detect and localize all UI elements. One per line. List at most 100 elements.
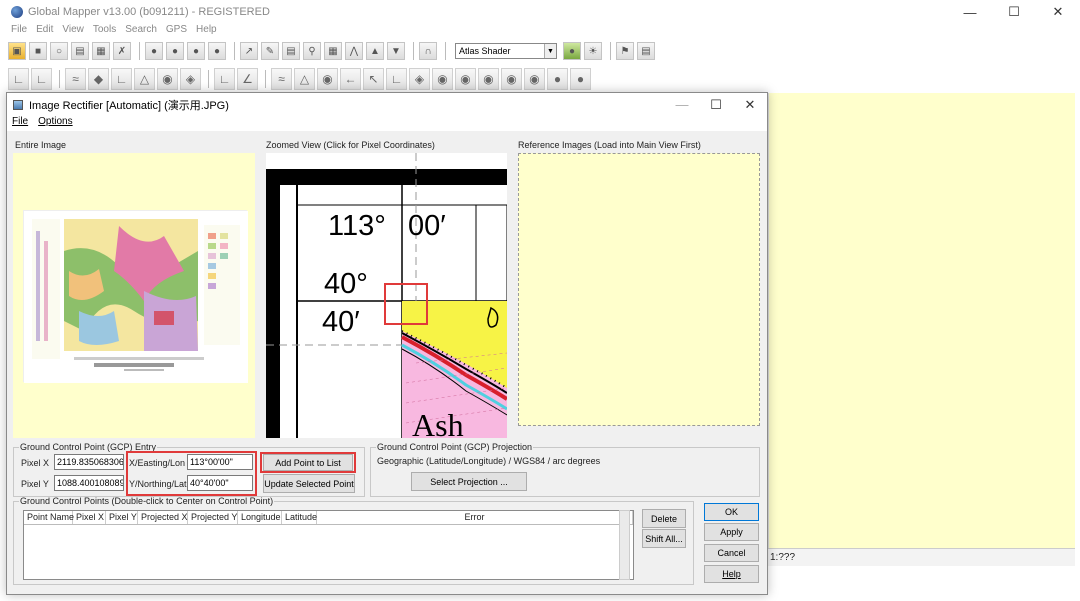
gcp-list-table[interactable]: Point Name Pixel X Pixel Y Projected X P…	[23, 510, 634, 580]
update-selected-point-button[interactable]: Update Selected Point	[263, 474, 355, 493]
shader-options-icon[interactable]: ●	[563, 42, 581, 60]
gcp-projection-legend: Ground Control Point (GCP) Projection	[377, 442, 533, 452]
digitize-tool-icon-14[interactable]: ←	[340, 68, 361, 90]
dialog-menu-file[interactable]: File	[12, 116, 28, 131]
help-button[interactable]: Help	[704, 565, 759, 583]
digitize-tool-icon-11[interactable]: ≈	[271, 68, 292, 90]
x-easting-lon-label: X/Easting/Lon	[129, 458, 186, 468]
close-icon[interactable]: ✕	[1036, 0, 1080, 24]
pixel-y-input[interactable]: 1088.400108089	[54, 475, 124, 491]
minimize-icon[interactable]: —	[948, 0, 992, 24]
gcp-list-scrollbar[interactable]	[619, 510, 630, 580]
digitize-tool-icon-3[interactable]: ≈	[65, 68, 86, 90]
main-toolbar: ▣ ■ ○ ▤ ▦ ✗ ● ● ● ● ↗ ✎ ▤ ⚲ ▦ ⋀ ▲ ▼ ∩ At…	[8, 40, 658, 62]
shift-all-button[interactable]: Shift All...	[642, 529, 686, 548]
col-latitude[interactable]: Latitude	[282, 511, 317, 524]
digitize-tool-icon-4[interactable]: ◆	[88, 68, 109, 90]
layers-icon[interactable]: ▤	[71, 42, 89, 60]
map-thumbnail[interactable]	[23, 210, 248, 383]
col-error[interactable]: Error	[317, 511, 633, 524]
menu-edit[interactable]: Edit	[36, 24, 53, 38]
digitize-tool-icon-2[interactable]: ∟	[31, 68, 52, 90]
digitize-tool-icon-8[interactable]: ◈	[180, 68, 201, 90]
add-point-to-list-button[interactable]: Add Point to List	[263, 454, 353, 471]
x-easting-lon-input[interactable]: 113°00'00"	[187, 454, 253, 470]
pixel-x-label: Pixel X	[21, 458, 50, 468]
dialog-menu-options[interactable]: Options	[38, 116, 72, 131]
full-view-icon[interactable]: ●	[208, 42, 226, 60]
feature-info-icon[interactable]: ▤	[282, 42, 300, 60]
digitize-tool-icon-23[interactable]: ●	[547, 68, 568, 90]
delete-button[interactable]: Delete	[642, 509, 686, 528]
maximize-icon[interactable]: ☐	[992, 0, 1036, 24]
lighting-icon[interactable]: ☀	[584, 42, 602, 60]
zoom-in-icon[interactable]: ●	[145, 42, 163, 60]
pixel-x-input[interactable]: 2119.835068306	[54, 454, 124, 470]
col-projected-y[interactable]: Projected Y	[188, 511, 238, 524]
menu-tools[interactable]: Tools	[93, 24, 116, 38]
col-projected-x[interactable]: Projected X	[138, 511, 188, 524]
ok-button[interactable]: OK	[704, 503, 759, 521]
digitize-tool-icon-19[interactable]: ◉	[455, 68, 476, 90]
view-shed-icon[interactable]: ▲	[366, 42, 384, 60]
path-profile-icon[interactable]: ⋀	[345, 42, 363, 60]
col-pixel-y[interactable]: Pixel Y	[106, 511, 138, 524]
digitize-tool-icon-1[interactable]: ∟	[8, 68, 29, 90]
pan-icon[interactable]: ●	[187, 42, 205, 60]
digitize-tool-icon-24[interactable]: ●	[570, 68, 591, 90]
image-swap-icon[interactable]: ▦	[324, 42, 342, 60]
col-longitude[interactable]: Longitude	[238, 511, 282, 524]
digitize-tool-icon-10[interactable]: ∠	[237, 68, 258, 90]
catalog-icon[interactable]: ▦	[92, 42, 110, 60]
apply-button[interactable]: Apply	[704, 523, 759, 541]
measure-icon[interactable]: ✎	[261, 42, 279, 60]
reference-images-view[interactable]	[518, 153, 760, 426]
digitize-tool-icon-20[interactable]: ◉	[478, 68, 499, 90]
menu-search[interactable]: Search	[125, 24, 157, 38]
y-northing-lat-label: Y/Northing/Lat	[129, 479, 187, 489]
menu-gps[interactable]: GPS	[166, 24, 187, 38]
digitize-tool-icon-5[interactable]: ∟	[111, 68, 132, 90]
digitize-tool-icon-12[interactable]: △	[294, 68, 315, 90]
digitize-tool-icon-18[interactable]: ◉	[432, 68, 453, 90]
shader-select[interactable]: Atlas Shader ▼	[455, 43, 557, 59]
digitize-tool-icon-7[interactable]: ◉	[157, 68, 178, 90]
minimize-icon[interactable]: —	[665, 93, 699, 116]
digitize-tool-icon-17[interactable]: ◈	[409, 68, 430, 90]
globe-tool-icon[interactable]: ○	[50, 42, 68, 60]
main-map-view[interactable]	[768, 93, 1075, 548]
map-thumbnail-graphic	[24, 211, 248, 383]
menu-view[interactable]: View	[62, 24, 84, 38]
config-icon[interactable]: ✗	[113, 42, 131, 60]
col-point-name[interactable]: Point Name	[24, 511, 74, 524]
col-pixel-x[interactable]: Pixel X	[73, 511, 106, 524]
3d-view-icon[interactable]: ∩	[419, 42, 437, 60]
menu-help[interactable]: Help	[196, 24, 217, 38]
digitize-tool-icon-9[interactable]: ∟	[214, 68, 235, 90]
reference-images-label: Reference Images (Load into Main View Fi…	[518, 140, 701, 150]
gcp-list-header: Point Name Pixel X Pixel Y Projected X P…	[24, 511, 633, 525]
flag-icon[interactable]: ⚑	[616, 42, 634, 60]
digitize-tool-icon-15[interactable]: ↖	[363, 68, 384, 90]
digitize-tool-icon-22[interactable]: ◉	[524, 68, 545, 90]
chart-icon[interactable]: ▤	[637, 42, 655, 60]
zoomed-view[interactable]: 113° 00′ 40° 40′ Ash	[266, 153, 507, 438]
select-projection-button[interactable]: Select Projection ...	[411, 472, 527, 491]
digitize-tool-icon-16[interactable]: ∟	[386, 68, 407, 90]
cancel-button[interactable]: Cancel	[704, 544, 759, 562]
digitize-tool-icon-21[interactable]: ◉	[501, 68, 522, 90]
entire-image-view[interactable]	[13, 153, 255, 438]
y-northing-lat-input[interactable]: 40°40'00"	[187, 475, 253, 491]
open-folder-icon[interactable]: ▣	[8, 42, 26, 60]
menu-file[interactable]: File	[11, 24, 27, 38]
close-file-icon[interactable]: ■	[29, 42, 47, 60]
dropdown-arrow-icon[interactable]: ▼	[387, 42, 405, 60]
digitizer-icon[interactable]: ↗	[240, 42, 258, 60]
globe-icon	[11, 6, 23, 18]
digitize-tool-icon-13[interactable]: ◉	[317, 68, 338, 90]
close-icon[interactable]: ✕	[733, 93, 767, 116]
zoom-out-icon[interactable]: ●	[166, 42, 184, 60]
search-icon[interactable]: ⚲	[303, 42, 321, 60]
maximize-icon[interactable]: ☐	[699, 93, 733, 116]
digitize-tool-icon-6[interactable]: △	[134, 68, 155, 90]
